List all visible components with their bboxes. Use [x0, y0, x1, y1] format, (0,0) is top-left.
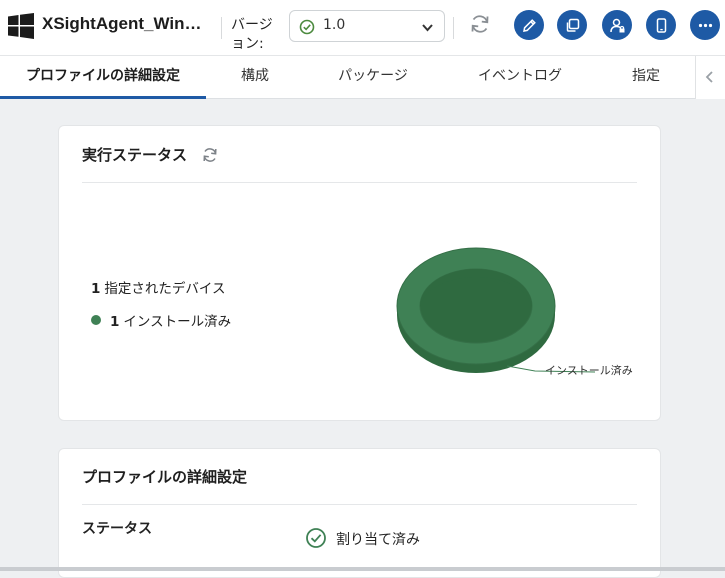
tab-scroll-left-button[interactable] — [695, 56, 725, 99]
status-label: ステータス — [82, 521, 152, 537]
mobile-device-icon — [656, 17, 666, 33]
tab-event-log[interactable]: イベントログ — [464, 56, 576, 99]
check-circle-icon — [299, 19, 315, 35]
copy-icon — [566, 18, 579, 32]
chevron-left-icon — [705, 71, 713, 83]
profile-details-card: プロファイルの詳細設定 ステータス 割り当て済み — [58, 448, 661, 578]
app-header: XSightAgent_Win… バージョン: 1.0 — [0, 0, 725, 56]
tab-packages[interactable]: パッケージ — [323, 56, 423, 99]
assigned-count: 1 — [91, 281, 101, 297]
tab-bar: プロファイルの詳細設定 構成 パッケージ イベントログ 指定 — [0, 56, 725, 99]
card-divider — [82, 504, 637, 505]
execution-status-card: 実行ステータス 1 指定されたデバイス 1 インストール済み インストール済み — [58, 125, 661, 421]
check-circle-icon — [306, 528, 326, 548]
chevron-down-icon — [422, 24, 433, 32]
refresh-icon[interactable] — [201, 146, 219, 164]
version-label: バージョン: — [231, 17, 273, 52]
device-button[interactable] — [646, 10, 676, 40]
assign-user-button[interactable] — [602, 10, 632, 40]
card-divider — [82, 182, 637, 183]
user-assign-icon — [609, 18, 624, 32]
refresh-icon[interactable] — [468, 12, 492, 36]
execution-status-title: 実行ステータス — [82, 146, 188, 164]
windows-logo-icon — [8, 13, 34, 39]
assigned-devices-legend: 1 指定されたデバイス — [91, 277, 226, 297]
status-value: 割り当て済み — [336, 532, 420, 548]
version-select[interactable]: 1.0 — [289, 10, 445, 42]
profile-details-title: プロファイルの詳細設定 — [82, 468, 248, 486]
edit-button[interactable] — [514, 10, 544, 40]
tab-assignment[interactable]: 指定 — [616, 56, 676, 99]
installed-legend-dot — [91, 315, 101, 325]
more-icon — [698, 23, 712, 27]
app-title: XSightAgent_Win… — [42, 14, 202, 33]
installed-legend: 1 インストール済み — [110, 310, 231, 330]
version-value: 1.0 — [323, 17, 346, 33]
donut-label-installed: インストール済み — [545, 364, 633, 377]
bottom-scrollbar[interactable] — [0, 567, 725, 571]
more-button[interactable] — [690, 10, 720, 40]
pencil-icon — [522, 18, 536, 32]
installed-count: 1 — [110, 314, 120, 330]
header-divider — [221, 17, 222, 39]
copy-button[interactable] — [557, 10, 587, 40]
tab-profile-details[interactable]: プロファイルの詳細設定 — [0, 56, 206, 99]
tab-configuration[interactable]: 構成 — [226, 56, 284, 99]
header-divider-2 — [453, 17, 454, 39]
installed-label: インストール済み — [123, 314, 232, 330]
assigned-label: 指定されたデバイス — [104, 281, 226, 297]
